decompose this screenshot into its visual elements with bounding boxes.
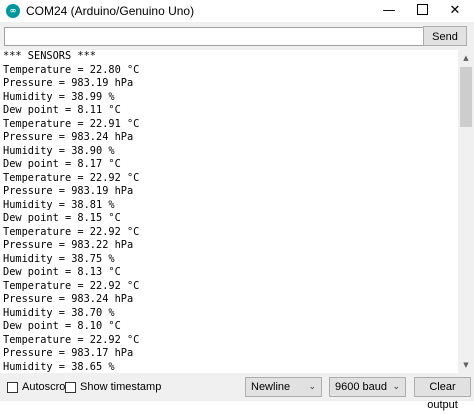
output-line: Dew point = 8.13 °C — [3, 266, 121, 278]
output-line: Temperature = 22.92 °C — [3, 333, 140, 346]
vertical-scrollbar[interactable]: ▲ ▼ — [458, 50, 474, 373]
line-ending-select[interactable]: Newline ⌄ — [245, 377, 322, 397]
output-line: Pressure = 983.24 hPa — [3, 293, 134, 305]
maximize-icon — [416, 4, 428, 15]
output-line: Pressure = 983.19 hPa — [3, 185, 134, 197]
output-line: Humidity = 38.81 % — [3, 198, 115, 211]
output-line: Humidity = 38.75 % — [3, 252, 115, 265]
baud-select[interactable]: 9600 baud ⌄ — [329, 377, 406, 397]
output-line: Dew point = 8.17 °C — [3, 158, 121, 170]
output-line: Pressure = 983.24 hPa — [3, 131, 134, 143]
output-line: Temperature = 22.92 °C — [3, 279, 140, 292]
chevron-down-icon: ⌄ — [308, 382, 316, 392]
minimize-icon: — — [382, 3, 396, 18]
status-bar: Autoscroll Show timestamp Newline ⌄ 9600… — [0, 373, 474, 411]
maximize-button[interactable] — [405, 0, 439, 22]
window-title: COM24 (Arduino/Genuino Uno) — [26, 4, 195, 18]
output-line: Humidity = 38.70 % — [3, 306, 115, 319]
timestamp-checkbox[interactable] — [65, 382, 76, 393]
scroll-up-icon[interactable]: ▲ — [458, 50, 474, 66]
minimize-button[interactable]: — — [372, 0, 406, 22]
scroll-down-icon[interactable]: ▼ — [458, 357, 474, 373]
output-line: Humidity = 38.99 % — [3, 90, 115, 103]
serial-input[interactable] — [4, 27, 424, 46]
arduino-icon: ∞ — [6, 4, 20, 18]
output-line: Temperature = 22.92 °C — [3, 171, 140, 184]
send-button[interactable]: Send — [423, 26, 467, 46]
title-bar: ∞ COM24 (Arduino/Genuino Uno) — ✕ — [0, 0, 474, 22]
autoscroll-label: Autoscroll — [22, 381, 71, 393]
serial-output[interactable]: *** SENSORS *** Temperature = 22.80 °C Pre… — [0, 50, 458, 373]
output-line: Humidity = 38.65 % — [3, 360, 115, 373]
input-row: Send — [0, 22, 474, 50]
output-line: Temperature = 22.91 °C — [3, 117, 140, 130]
output-line: Pressure = 983.22 hPa — [3, 239, 134, 251]
close-icon: ✕ — [449, 3, 461, 18]
output-line: Dew point = 8.15 °C — [3, 212, 121, 224]
chevron-down-icon: ⌄ — [392, 382, 400, 392]
timestamp-label: Show timestamp — [80, 381, 162, 393]
line-ending-value: Newline — [251, 381, 291, 393]
scroll-thumb[interactable] — [460, 67, 472, 127]
clear-output-button[interactable]: Clear output — [414, 377, 471, 411]
autoscroll-checkbox[interactable] — [7, 382, 18, 393]
close-button[interactable]: ✕ — [438, 0, 472, 22]
output-line: Humidity = 38.90 % — [3, 144, 115, 157]
output-line: *** SENSORS *** — [3, 50, 96, 62]
output-line: Temperature = 22.92 °C — [3, 225, 140, 238]
output-line: Pressure = 983.19 hPa — [3, 77, 134, 89]
output-line: Dew point = 8.11 °C — [3, 104, 121, 116]
output-line: Pressure = 983.17 hPa — [3, 347, 134, 359]
output-line: Dew point = 8.10 °C — [3, 320, 121, 332]
baud-value: 9600 baud — [335, 381, 387, 393]
output-line: Temperature = 22.80 °C — [3, 63, 140, 76]
